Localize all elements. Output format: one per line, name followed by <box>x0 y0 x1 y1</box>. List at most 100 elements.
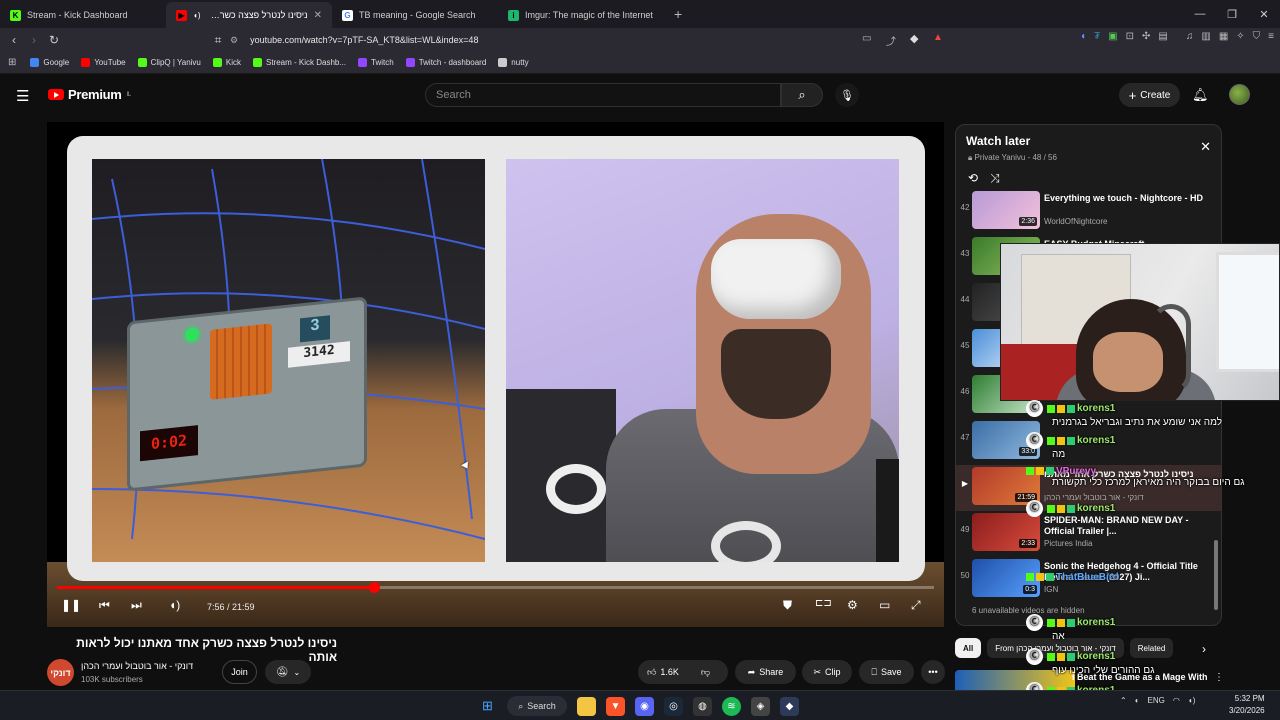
chat-username[interactable]: ThatBlueBird <box>1056 572 1119 583</box>
vpn-icon[interactable]: ⛉ <box>1253 31 1261 42</box>
close-icon[interactable]: ✕ <box>1200 139 1211 155</box>
brave-rewards-icon[interactable]: ▲ <box>933 32 943 43</box>
extension-icon[interactable]: ₮ <box>1094 31 1100 42</box>
bookmark-item[interactable]: Google <box>30 58 69 67</box>
extension-icon[interactable]: ◖ <box>1080 31 1086 42</box>
shuffle-icon[interactable]: ⤨ <box>990 171 1000 186</box>
playlist-title[interactable]: Watch later <box>966 134 1030 148</box>
previous-icon[interactable]: ⏮︎ <box>99 598 110 613</box>
progress-scrubber[interactable] <box>368 582 380 593</box>
playlist-item-title[interactable]: Everything we touch - Nightcore - HD <box>1044 193 1214 204</box>
chat-username[interactable]: korens1 <box>1077 617 1115 628</box>
more-actions-button[interactable]: ••• <box>921 660 945 684</box>
browser-tab[interactable]: K Stream - Kick Dashboard <box>0 2 166 28</box>
url-field[interactable]: ⚙ youtube.com/watch?v=7pTF-SA_KT8&list=W… <box>230 31 950 49</box>
browser-tab[interactable]: ▶ ◖) ניסינו לנטרל פצצה כשרק את ✕ <box>166 2 332 28</box>
extensions-puzzle-icon[interactable]: ✣ <box>1142 31 1150 42</box>
taskbar-clock[interactable]: 5:32 PM 3/20/2026 <box>1229 693 1265 717</box>
brave-shield-icon[interactable]: ◆ <box>910 32 918 45</box>
miniplayer-icon[interactable]: ▭ <box>879 598 890 612</box>
bookmark-item[interactable]: ClipQ | Yanivu <box>137 58 201 67</box>
playlist-item-title[interactable]: SPIDER-MAN: BRAND NEW DAY - Official Tra… <box>1044 515 1214 537</box>
sidebar-icon[interactable]: ▥ <box>1201 31 1210 42</box>
fullscreen-icon[interactable]: ⤢ <box>911 598 921 613</box>
dislike-icon[interactable]: 👎︎ <box>701 667 710 678</box>
spotify-icon[interactable]: ≋ <box>722 696 741 716</box>
menu-icon[interactable]: ≡ <box>1268 31 1274 42</box>
bookmark-item[interactable]: Kick <box>212 58 241 67</box>
wallet-icon[interactable]: ▦ <box>1219 31 1228 42</box>
app-icon[interactable]: ◆ <box>780 696 799 716</box>
obs-icon[interactable]: ◍ <box>693 696 712 716</box>
guide-menu-icon[interactable]: ☰ <box>16 87 29 105</box>
minimize-icon[interactable]: — <box>1184 0 1216 28</box>
app-icon[interactable]: ◈ <box>751 696 770 716</box>
brave-browser-icon[interactable]: ▼ <box>606 696 625 716</box>
tray-app-icon[interactable]: ◐ <box>1135 696 1140 705</box>
apps-grid-icon[interactable]: ⊞ <box>8 57 16 68</box>
leo-icon[interactable]: ✧ <box>1236 31 1244 42</box>
playlist-item[interactable]: 49 2:33 SPIDER-MAN: BRAND NEW DAY - Offici… <box>956 511 1221 557</box>
join-button[interactable]: Join <box>222 660 257 684</box>
playlist-item-thumbnail[interactable]: 2:36 <box>972 191 1040 229</box>
clip-button[interactable]: ✂ Clip <box>802 660 852 684</box>
captions-icon[interactable]: ⊏⊐ <box>815 598 832 609</box>
steam-icon[interactable]: ◎ <box>664 696 683 716</box>
site-info-icon[interactable]: ⚙ <box>230 35 238 46</box>
back-icon[interactable]: ‹ <box>4 33 24 47</box>
playlist-item[interactable]: 42 2:36 Everything we touch - Nightcore - … <box>956 189 1221 235</box>
forward-icon[interactable]: › <box>24 33 44 47</box>
tray-overflow-icon[interactable]: ⌃ <box>1120 696 1127 705</box>
save-button[interactable]: ⎕ Save <box>859 660 914 684</box>
chat-username[interactable]: VPurevy <box>1056 466 1096 477</box>
subscribed-notifications-button[interactable]: 🔕︎ ⌄ <box>265 660 311 684</box>
browser-tab[interactable]: G TB meaning - Google Search <box>332 2 498 28</box>
next-video-menu-icon[interactable]: ⋮ <box>1214 672 1224 683</box>
extension-icon[interactable]: ♫ <box>1186 31 1194 42</box>
windows-start-icon[interactable]: ⊞ <box>478 697 497 716</box>
discord-icon[interactable]: ◉ <box>635 696 654 716</box>
next-icon[interactable]: ⏭︎ <box>131 598 142 613</box>
install-icon[interactable]: ▭ <box>862 33 871 44</box>
pause-icon[interactable]: ❚❚ <box>61 598 81 612</box>
notifications-bell-icon[interactable]: 🔔︎ <box>1192 87 1209 103</box>
chips-next-icon[interactable]: › <box>1202 642 1206 656</box>
volume-icon[interactable]: ◖) <box>169 598 180 612</box>
like-count[interactable]: 1.6K <box>660 667 679 677</box>
bookmark-item[interactable]: Twitch - dashboard <box>405 58 486 67</box>
file-explorer-icon[interactable] <box>577 696 596 716</box>
language-indicator[interactable]: ENG <box>1148 696 1165 705</box>
wifi-icon[interactable]: ◠ <box>1173 696 1180 705</box>
share-button[interactable]: ➦ Share <box>735 660 796 684</box>
chat-username[interactable]: korens1 <box>1077 435 1115 446</box>
create-button[interactable]: + Create <box>1119 83 1180 107</box>
taskbar-search[interactable]: ⌕ Search <box>507 696 567 716</box>
channel-avatar[interactable]: דונקי <box>47 659 74 686</box>
bookmark-item[interactable]: Twitch <box>358 58 394 67</box>
bookmark-item[interactable]: YouTube <box>81 58 126 67</box>
scrollbar-thumb[interactable] <box>1214 540 1218 610</box>
shield-toggle-icon[interactable]: ⛊ <box>783 598 792 613</box>
search-button[interactable]: ⌕ <box>781 83 823 107</box>
like-icon[interactable]: 👍︎ <box>647 667 656 678</box>
new-tab-button[interactable]: + <box>664 6 692 22</box>
extension-icon[interactable]: ▤ <box>1158 31 1167 42</box>
filter-chip[interactable]: All <box>955 638 982 658</box>
settings-gear-icon[interactable]: ⚙ <box>847 598 858 612</box>
chat-username[interactable]: korens1 <box>1077 403 1115 414</box>
playlist-item-thumbnail[interactable]: 2:33 <box>972 513 1040 551</box>
channel-name[interactable]: דונקי - אור בוטבול ועמרי הכהן <box>81 661 193 671</box>
chat-username[interactable]: korens1 <box>1077 651 1115 662</box>
bookmark-icon[interactable]: ⌗ <box>208 33 228 48</box>
bookmark-item[interactable]: Stream - Kick Dashb... <box>253 58 346 67</box>
reload-icon[interactable]: ↻ <box>44 33 64 47</box>
extension-icon[interactable]: ⊡ <box>1126 31 1134 42</box>
speaker-icon[interactable]: ◖) <box>1188 696 1196 705</box>
voice-search-button[interactable]: 🎙︎ <box>835 83 859 107</box>
progress-bar[interactable] <box>57 582 934 593</box>
account-avatar[interactable] <box>1229 84 1250 105</box>
video-player[interactable]: 3 3142 0:02 ❚❚ ⏮︎ ⏭︎ ◖) 7:56 / 21:59 ⛊ ⊏… <box>47 122 944 627</box>
bookmark-item[interactable]: nutty <box>498 58 529 67</box>
close-tab-icon[interactable]: ✕ <box>314 10 322 21</box>
search-input[interactable]: Search <box>425 83 781 107</box>
